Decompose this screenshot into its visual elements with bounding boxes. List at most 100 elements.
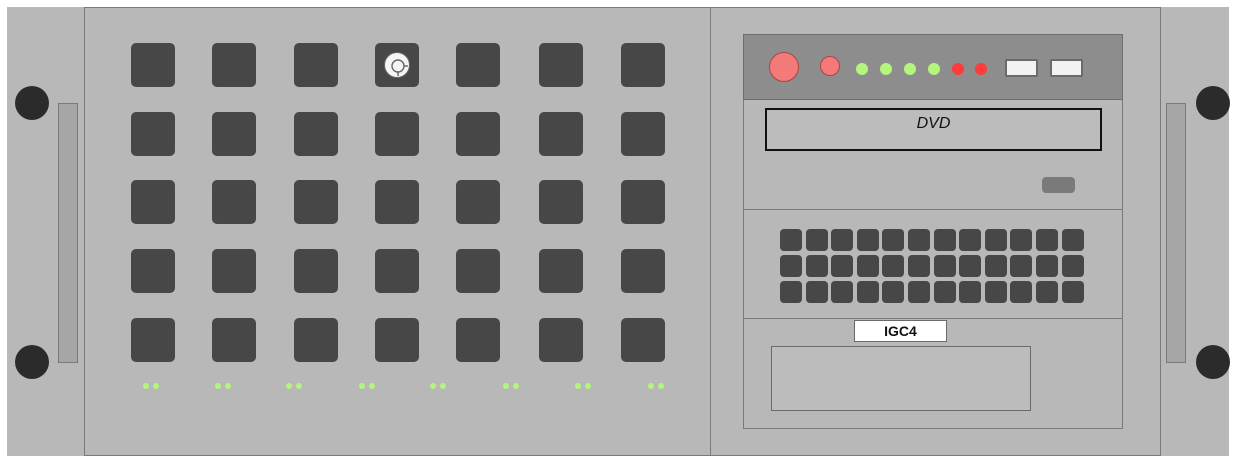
drive-bay[interactable] — [131, 318, 175, 362]
drive-bay[interactable] — [621, 180, 665, 224]
vent-slot — [1036, 255, 1058, 277]
drive-bay[interactable] — [621, 112, 665, 156]
vent-slot — [908, 281, 930, 303]
drive-bay[interactable] — [375, 180, 419, 224]
drive-bay[interactable] — [212, 43, 256, 87]
drive-bay[interactable] — [456, 318, 500, 362]
drive-bay[interactable] — [456, 112, 500, 156]
divider-line — [743, 209, 1123, 210]
bay-led — [369, 383, 375, 389]
drive-bay[interactable] — [539, 318, 583, 362]
dvd-label: DVD — [916, 115, 951, 132]
drive-bay[interactable] — [131, 249, 175, 293]
drive-bay[interactable] — [212, 249, 256, 293]
panel-divider — [710, 7, 711, 456]
bay-led — [225, 383, 231, 389]
vent-slot — [984, 281, 1007, 303]
dvd-eject-button[interactable] — [1042, 177, 1075, 193]
bay-led — [585, 383, 591, 389]
vent-slot — [1010, 255, 1033, 277]
expansion-bay[interactable] — [771, 346, 1031, 411]
drive-bay[interactable] — [375, 43, 419, 87]
reset-button[interactable] — [820, 56, 840, 76]
drive-bay[interactable] — [539, 112, 583, 156]
vent-slot — [882, 281, 905, 303]
drive-bay[interactable] — [456, 180, 500, 224]
drive-bay[interactable] — [375, 112, 419, 156]
bay-led — [503, 383, 509, 389]
left-handle[interactable] — [58, 103, 78, 363]
drive-bay[interactable] — [375, 318, 419, 362]
vent-slot — [831, 281, 854, 303]
drive-bay[interactable] — [456, 249, 500, 293]
vent-slot — [856, 281, 879, 303]
vent-slot — [805, 255, 828, 277]
bay-led — [153, 383, 159, 389]
bay-led — [440, 383, 446, 389]
usb-port[interactable] — [1005, 59, 1038, 77]
bay-led — [143, 383, 149, 389]
vent-slot — [959, 255, 982, 277]
power-button[interactable] — [769, 52, 799, 82]
bay-led — [215, 383, 221, 389]
vent-slot — [856, 255, 879, 277]
vent-slot — [933, 229, 956, 251]
vent-slot — [1061, 281, 1084, 303]
drive-bay[interactable] — [131, 180, 175, 224]
bay-led — [430, 383, 436, 389]
vent-slot — [959, 229, 982, 251]
divider-line — [743, 318, 1123, 319]
drive-bay[interactable] — [621, 43, 665, 87]
status-led-green — [904, 63, 916, 75]
drive-bay[interactable] — [212, 180, 256, 224]
vent-slot — [959, 281, 982, 303]
vent-slot — [933, 281, 956, 303]
right-handle[interactable] — [1166, 103, 1186, 363]
vent-slot — [1061, 255, 1084, 277]
drive-bay[interactable] — [131, 112, 175, 156]
status-led-red — [952, 63, 964, 75]
screw-icon — [1196, 86, 1230, 120]
vent-slot — [882, 255, 905, 277]
drive-bay[interactable] — [375, 249, 419, 293]
vent-slot — [831, 255, 854, 277]
bay-led — [513, 383, 519, 389]
power-icon — [384, 52, 410, 78]
vent-slot — [780, 281, 802, 303]
drive-bay[interactable] — [456, 43, 500, 87]
usb-port[interactable] — [1050, 59, 1083, 77]
vent-slot — [1061, 229, 1084, 251]
dvd-drive[interactable]: DVD — [765, 108, 1102, 151]
bay-led — [575, 383, 581, 389]
drive-bay[interactable] — [621, 249, 665, 293]
drive-bay[interactable] — [131, 43, 175, 87]
drive-bay[interactable] — [212, 318, 256, 362]
drive-bay[interactable] — [621, 318, 665, 362]
drive-bay[interactable] — [212, 112, 256, 156]
vent-slot — [1036, 281, 1058, 303]
vent-slot — [805, 281, 828, 303]
screw-icon — [15, 86, 49, 120]
vent-slot — [780, 255, 802, 277]
vent-slot — [1010, 281, 1033, 303]
drive-bay[interactable] — [539, 180, 583, 224]
drive-bay[interactable] — [294, 180, 338, 224]
drive-bay[interactable] — [539, 43, 583, 87]
vent-slot — [1036, 229, 1058, 251]
vent-slot — [908, 229, 930, 251]
drive-bay[interactable] — [294, 318, 338, 362]
bay-led — [359, 383, 365, 389]
drive-bay[interactable] — [294, 249, 338, 293]
bay-led — [648, 383, 654, 389]
bay-led — [296, 383, 302, 389]
drive-bay[interactable] — [294, 43, 338, 87]
unit-label: IGC4 — [854, 320, 947, 342]
drive-bay[interactable] — [294, 112, 338, 156]
status-led-green — [880, 63, 892, 75]
status-led-red — [975, 63, 987, 75]
vent-slot — [933, 255, 956, 277]
vent-slot — [984, 255, 1007, 277]
screw-icon — [15, 345, 49, 379]
drive-bay[interactable] — [539, 249, 583, 293]
vent-slot — [984, 229, 1007, 251]
